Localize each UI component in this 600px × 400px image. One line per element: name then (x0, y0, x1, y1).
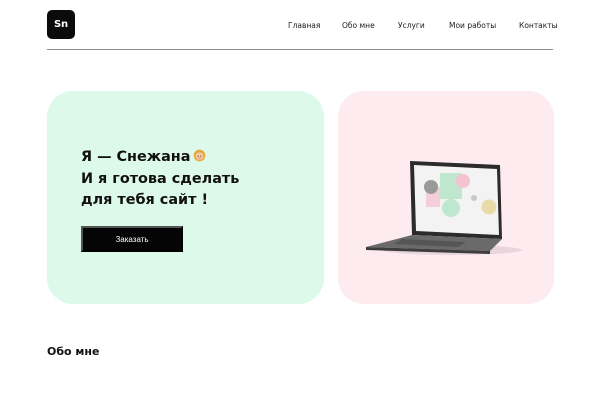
nav-item-home[interactable]: Главная (288, 20, 320, 32)
nav-item-works[interactable]: Мои работы (449, 20, 496, 32)
about-section-title: Обо мне (47, 345, 100, 358)
nav-item-services[interactable]: Услуги (398, 20, 425, 32)
hero-title: Я — Снежана И я готова сделать для тебя … (81, 147, 239, 212)
hero-title-line-1: Я — Снежана (81, 149, 191, 165)
header-divider (47, 49, 553, 50)
landing-page: Sn Главная Обо мне Услуги Мои работы Кон… (0, 0, 600, 400)
nav-item-about[interactable]: Обо мне (342, 20, 375, 32)
nav-item-contacts[interactable]: Контакты (519, 20, 558, 32)
hero-title-line-2: И я готова сделать (81, 170, 240, 187)
hero-intro-card: Я — Снежана И я готова сделать для тебя … (47, 91, 324, 304)
hero-title-line-3: для тебя сайт ! (81, 192, 209, 208)
girl-emoji-icon (194, 149, 206, 162)
main-nav: Главная Обо мне Услуги Мои работы Контак… (0, 20, 600, 32)
laptop-illustration (366, 161, 522, 255)
hero-image-card (338, 91, 554, 304)
order-button[interactable]: Заказать (81, 226, 183, 252)
